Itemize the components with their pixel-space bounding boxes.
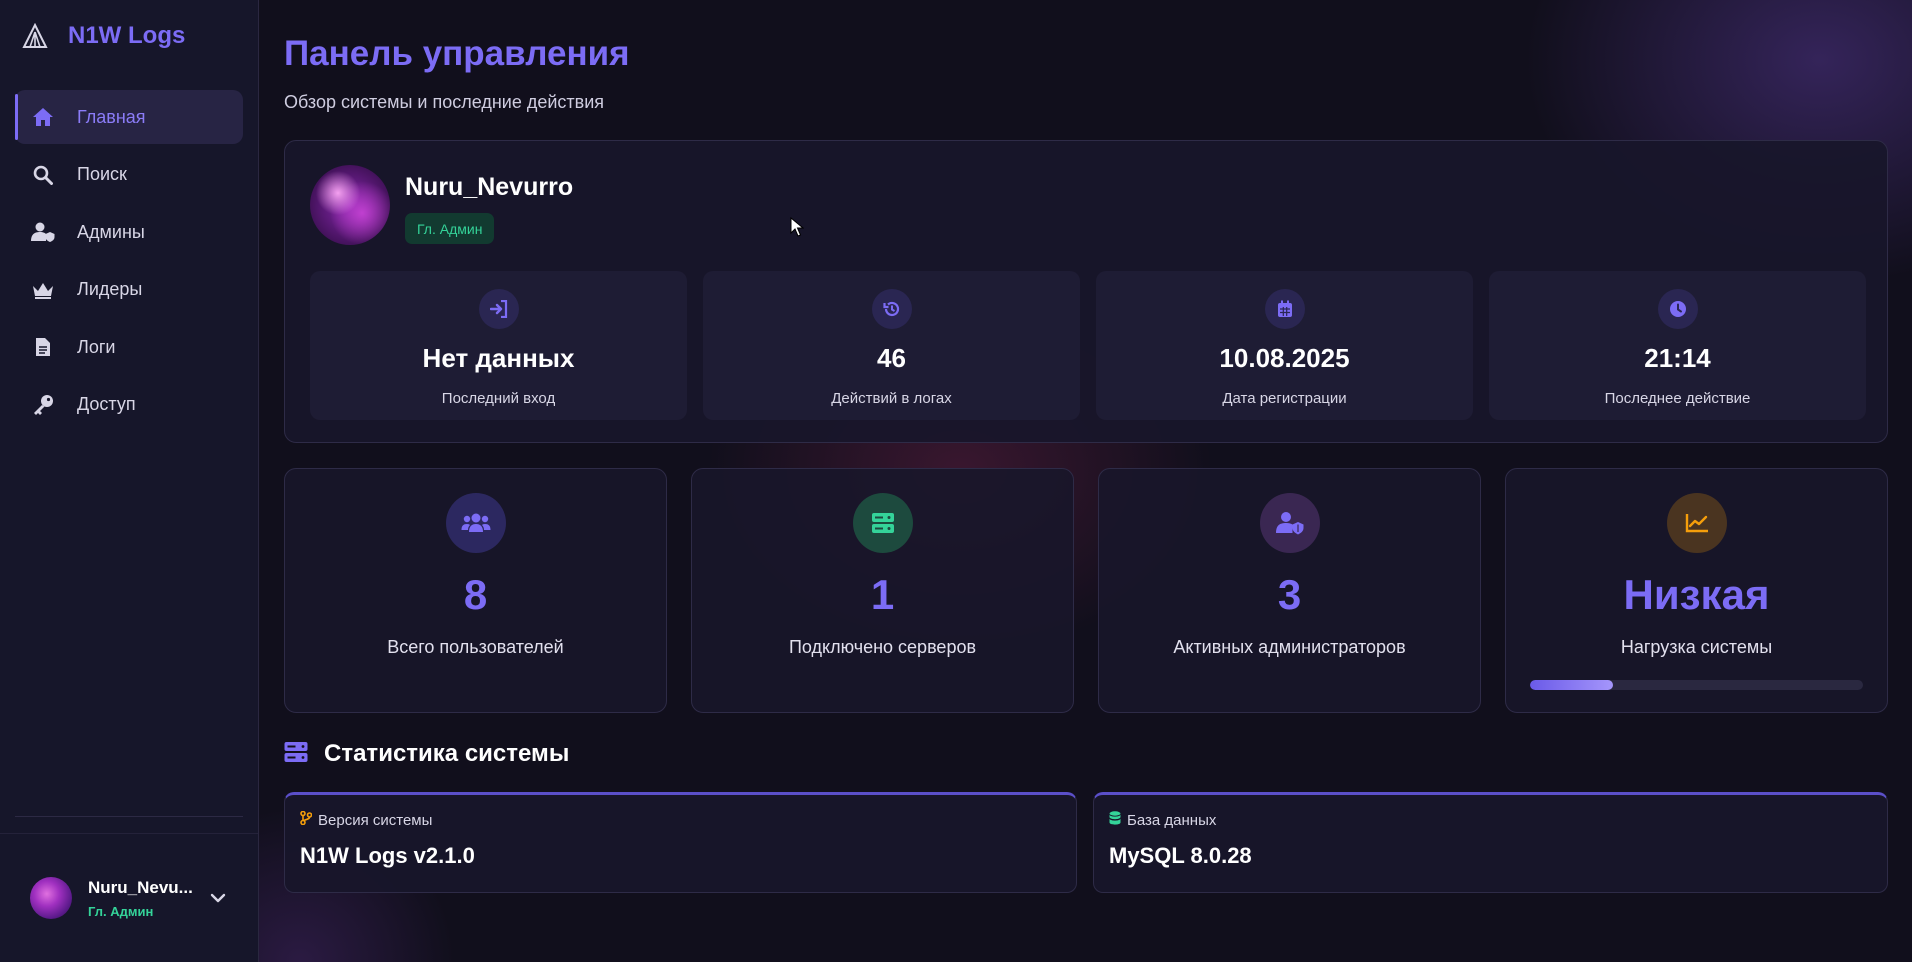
info-card-version: Версия системы N1W Logs v2.1.0: [284, 792, 1077, 893]
server-icon: [852, 493, 913, 553]
server-icon: [284, 741, 308, 768]
sidebar: N1W Logs Главная Поиск Админы Лидеры Лог…: [0, 0, 259, 962]
sidebar-item-label: Доступ: [77, 394, 136, 414]
avatar: [30, 877, 72, 919]
metric-value: 1: [870, 571, 895, 618]
sidebar-item-home[interactable]: Главная: [15, 90, 243, 144]
metric-value: 8: [463, 571, 488, 618]
logo-icon: [22, 23, 48, 49]
metric-card-admins: 3 Активных администраторов: [1098, 468, 1481, 713]
sidebar-item-label: Админы: [77, 221, 145, 242]
sidebar-item-search[interactable]: Поиск: [15, 148, 243, 202]
page-title: Панель управления: [284, 34, 630, 73]
sidebar-divider: [15, 816, 243, 817]
user-name: Nuru_Nevu...: [88, 877, 193, 897]
metric-label: Нагрузка системы: [1620, 637, 1773, 657]
sidebar-item-admins[interactable]: Админы: [15, 205, 243, 259]
metric-card-servers: 1 Подключено серверов: [691, 468, 1074, 713]
key-icon: [31, 393, 55, 417]
calendar-icon: [1264, 289, 1305, 329]
page-subtitle: Обзор системы и последние действия: [284, 92, 605, 112]
metric-value: Низкая: [1623, 571, 1770, 618]
stat-value: 46: [877, 343, 906, 373]
system-stats-header: Статистика системы: [284, 740, 569, 768]
app-title: N1W Logs: [68, 22, 186, 49]
stat-value: 10.08.2025: [1219, 343, 1350, 373]
database-icon: [1109, 811, 1121, 829]
metric-cards: 8 Всего пользователей 1 Подключено серве…: [284, 468, 1888, 713]
role-badge: Гл. Админ: [405, 213, 495, 244]
profile-stats: Нет данных Последний вход 46 Действий в …: [310, 271, 1866, 420]
metric-card-users: 8 Всего пользователей: [284, 468, 667, 713]
profile-card: Nuru_Nevurro Гл. Админ Нет данных Послед…: [284, 140, 1888, 443]
user-role: Гл. Админ: [88, 903, 154, 919]
sign-in-icon: [478, 289, 519, 329]
sidebar-item-leaders[interactable]: Лидеры: [15, 263, 243, 317]
sidebar-item-label: Логи: [77, 336, 116, 357]
sidebar-item-label: Лидеры: [77, 279, 143, 299]
stat-label: Последнее действие: [1604, 390, 1751, 407]
stat-value: Нет данных: [422, 343, 575, 373]
stat-last-action: 21:14 Последнее действие: [1489, 271, 1866, 420]
info-label: Версия системы: [318, 811, 433, 829]
sidebar-item-logs[interactable]: Логи: [15, 320, 243, 374]
chevron-down-icon[interactable]: [210, 890, 226, 908]
stat-last-login: Нет данных Последний вход: [310, 271, 687, 420]
file-icon: [31, 335, 55, 359]
user-shield-icon: [1259, 493, 1320, 553]
stat-log-actions: 46 Действий в логах: [703, 271, 1080, 420]
code-branch-icon: [300, 810, 313, 829]
load-progress-bar: [1530, 680, 1863, 690]
metric-card-system-load: Низкая Нагрузка системы: [1505, 468, 1888, 713]
metric-label: Всего пользователей: [387, 637, 564, 657]
profile-name: Nuru_Nevurro: [405, 173, 574, 201]
history-icon: [871, 289, 912, 329]
stat-label: Дата регистрации: [1222, 390, 1347, 407]
avatar: [310, 165, 390, 245]
metric-label: Активных администраторов: [1173, 637, 1406, 657]
info-value: N1W Logs v2.1.0: [300, 843, 475, 868]
chart-line-icon: [1666, 493, 1727, 553]
metric-label: Подключено серверов: [788, 637, 977, 657]
crown-icon: [31, 278, 55, 302]
mouse-cursor-icon: [790, 216, 805, 242]
section-title: Статистика системы: [324, 740, 570, 767]
sidebar-item-access[interactable]: Доступ: [15, 378, 243, 432]
search-icon: [31, 163, 55, 187]
stat-value: 21:14: [1644, 343, 1711, 373]
stat-label: Последний вход: [441, 390, 556, 407]
brand[interactable]: N1W Logs: [0, 0, 258, 72]
system-info: Версия системы N1W Logs v2.1.0 База данн…: [284, 792, 1888, 893]
info-card-database: База данных MySQL 8.0.28: [1093, 792, 1888, 893]
info-value: MySQL 8.0.28: [1109, 843, 1252, 868]
home-icon: [31, 105, 55, 129]
stat-label: Действий в логах: [831, 390, 952, 407]
info-label: База данных: [1127, 811, 1217, 829]
sidebar-item-label: Поиск: [77, 164, 127, 184]
stat-registration-date: 10.08.2025 Дата регистрации: [1096, 271, 1473, 420]
load-progress-fill: [1530, 680, 1614, 690]
sidebar-item-label: Главная: [77, 106, 146, 127]
user-shield-icon: [31, 220, 55, 244]
sidebar-nav: Главная Поиск Админы Лидеры Логи Доступ: [0, 72, 258, 435]
user-menu[interactable]: Nuru_Nevu... Гл. Админ: [0, 834, 258, 962]
clock-icon: [1657, 289, 1698, 329]
metric-value: 3: [1277, 571, 1302, 618]
users-icon: [445, 493, 506, 553]
